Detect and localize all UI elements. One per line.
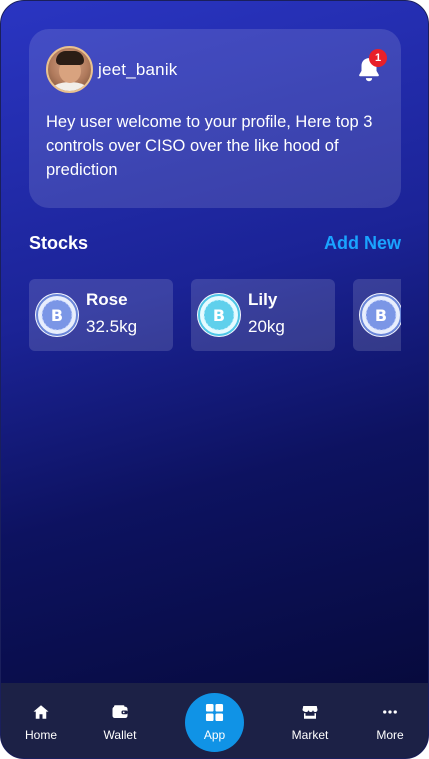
- stock-name: Rose: [86, 290, 128, 309]
- nav-wallet[interactable]: Wallet: [85, 683, 155, 758]
- welcome-text: Hey user welcome to your profile, Here t…: [46, 113, 373, 179]
- phone-screen: jeet_banik 1 Hey user welcome to your pr…: [0, 0, 429, 759]
- notification-badge: 1: [369, 49, 387, 67]
- nav-label: More: [376, 728, 404, 742]
- nav-label: Home: [24, 728, 57, 742]
- stock-card-partial[interactable]: B: [353, 279, 401, 351]
- stocks-list: B Rose 32.5kg B Lily 20kg B: [29, 279, 401, 351]
- stocks-title: Stocks: [29, 233, 89, 253]
- nav-home[interactable]: Home: [6, 683, 76, 758]
- home-icon: [33, 705, 49, 719]
- nav-app-button[interactable]: App: [185, 693, 244, 752]
- stock-card-lily[interactable]: B Lily 20kg: [191, 279, 335, 351]
- bitcoin-coin-icon: B: [359, 293, 401, 337]
- bitcoin-coin-icon: B: [35, 293, 79, 337]
- stock-name: Lily: [248, 290, 278, 309]
- more-icon: [383, 710, 397, 714]
- nav-label: App: [203, 728, 226, 742]
- avatar[interactable]: [46, 46, 93, 93]
- grid-icon: [205, 703, 224, 722]
- wallet-icon: [112, 705, 128, 718]
- bitcoin-coin-icon: B: [197, 293, 241, 337]
- svg-text:B: B: [51, 306, 63, 325]
- username: jeet_banik: [98, 60, 178, 79]
- nav-label: Market: [291, 728, 329, 742]
- nav-more[interactable]: More: [355, 683, 425, 758]
- add-new-button[interactable]: Add New: [321, 233, 401, 254]
- nav-market[interactable]: Market: [275, 683, 345, 758]
- nav-label: Wallet: [103, 728, 137, 742]
- svg-text:B: B: [213, 306, 225, 325]
- stock-weight: 32.5kg: [86, 317, 138, 336]
- stock-weight: 20kg: [248, 317, 285, 336]
- store-icon: [302, 706, 318, 719]
- profile-card: jeet_banik 1 Hey user welcome to your pr…: [29, 29, 401, 208]
- svg-text:B: B: [375, 306, 387, 325]
- stock-card-rose[interactable]: B Rose 32.5kg: [29, 279, 173, 351]
